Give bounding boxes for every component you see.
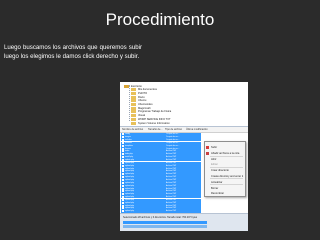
context-menu-item-label: Subir bbox=[211, 146, 218, 149]
menu-item-icon-slot bbox=[206, 158, 209, 161]
selection-summary: Seleccionado 28 archivos y 6 directorios… bbox=[123, 216, 198, 219]
local-directory-tree: Escritorio Mis documentos PHOTO Rocio Ubuntu… bbox=[120, 82, 248, 126]
tree-connector-line bbox=[129, 85, 130, 121]
context-menu-item[interactable]: Subir bbox=[205, 145, 245, 150]
column-size[interactable]: Tamaño de... bbox=[148, 128, 162, 131]
context-menu-item[interactable]: Crear directorio bbox=[205, 168, 245, 173]
context-menu-item-label: Añadir archivos a la cola bbox=[211, 151, 240, 155]
menu-item-icon-slot bbox=[206, 181, 209, 184]
menu-separator bbox=[210, 178, 243, 179]
context-menu-item-label: Renombrar bbox=[211, 191, 224, 195]
status-bar: Seleccionado 28 archivos y 6 directorios… bbox=[120, 213, 248, 231]
folder-icon bbox=[131, 121, 136, 125]
transfer-queue-row[interactable] bbox=[123, 225, 207, 228]
column-modified[interactable]: Última modificación bbox=[186, 128, 208, 131]
menu-item-icon-slot bbox=[206, 169, 209, 172]
context-menu-item-label: Crear directorio bbox=[211, 169, 229, 172]
context-menu-item-label: Abrir bbox=[211, 158, 217, 161]
tree-item[interactable]: System Volume Information bbox=[131, 121, 170, 125]
queue-icon bbox=[206, 151, 209, 155]
menu-item-icon-slot bbox=[206, 192, 209, 195]
slide-body-text: Luego buscamos los archivos que queremos… bbox=[4, 44, 142, 60]
menu-item-icon-slot bbox=[206, 175, 209, 178]
slide-title: Procedimiento bbox=[105, 10, 215, 29]
context-menu: Subir Añadir archivos a la cola Abrir Edita… bbox=[204, 141, 246, 197]
context-menu-item[interactable]: Renombrar bbox=[205, 191, 245, 196]
filezilla-screenshot: Escritorio Mis documentos PHOTO Rocio Ubuntu… bbox=[120, 82, 248, 231]
menu-item-icon-slot bbox=[206, 163, 209, 166]
menu-separator bbox=[210, 155, 243, 157]
column-type[interactable]: Tipo de archivo bbox=[165, 128, 182, 131]
folder-icon bbox=[124, 84, 129, 88]
menu-item-icon-slot bbox=[206, 187, 209, 190]
menu-separator bbox=[210, 166, 243, 168]
menu-separator bbox=[210, 184, 243, 185]
context-menu-item-label: Borrar bbox=[211, 186, 219, 190]
transfer-queue-row[interactable] bbox=[123, 221, 207, 224]
tree-item-label: System Volume Information bbox=[138, 121, 170, 125]
upload-icon bbox=[206, 146, 209, 149]
column-name[interactable]: Nombre de archivo bbox=[122, 128, 143, 131]
